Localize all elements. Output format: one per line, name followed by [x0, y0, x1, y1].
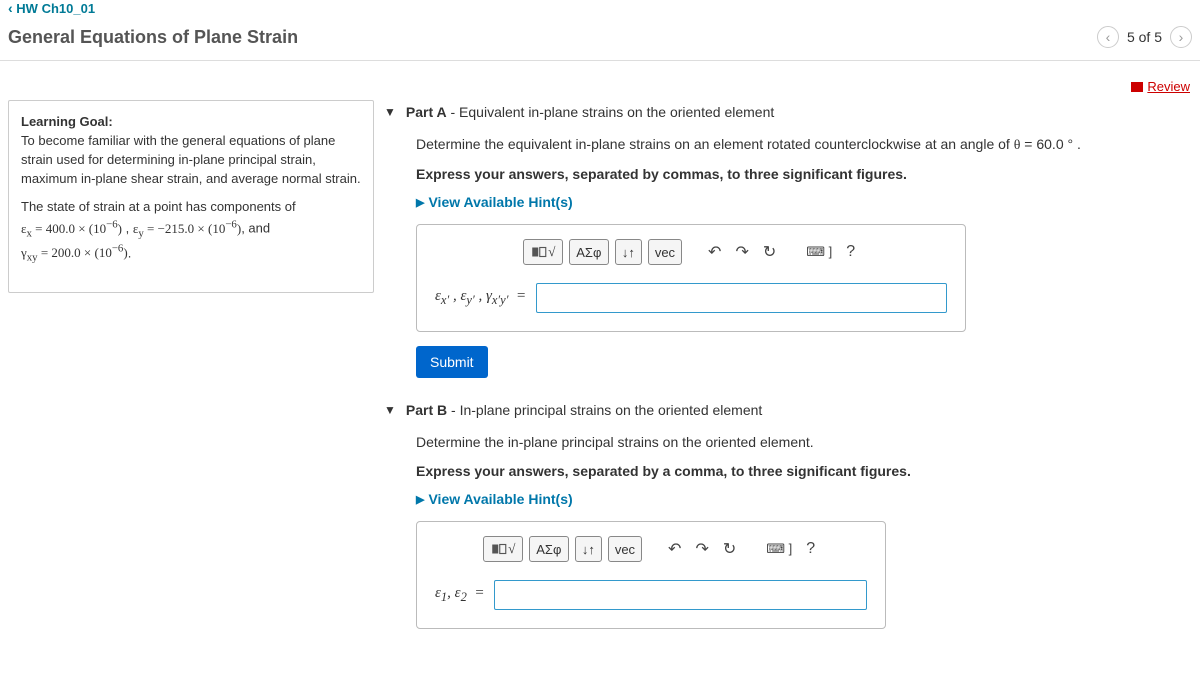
vec-button[interactable]: vec — [648, 239, 682, 265]
submit-button-a[interactable]: Submit — [416, 346, 488, 378]
collapse-icon: ▼ — [384, 403, 396, 417]
help-button[interactable]: ? — [802, 540, 819, 558]
template-button[interactable]: √ — [523, 239, 563, 265]
part-b-header[interactable]: ▼ Part B - In-plane principal strains on… — [384, 398, 1186, 432]
pager-text: 5 of 5 — [1127, 29, 1162, 45]
review-link[interactable]: Review — [1131, 79, 1190, 94]
pager: ‹ 5 of 5 › — [1097, 26, 1192, 48]
page-title: General Equations of Plane Strain — [8, 27, 298, 48]
prev-button[interactable]: ‹ — [1097, 26, 1119, 48]
learning-goal-text: To become familiar with the general equa… — [21, 133, 361, 186]
undo-button[interactable]: ↶ — [664, 539, 685, 559]
greek-button[interactable]: ΑΣφ — [569, 239, 609, 265]
hints-toggle-b[interactable]: ▶ View Available Hint(s) — [416, 491, 1186, 507]
answer-label-a: εx′ , εy′ , γx′y′ = — [435, 288, 526, 308]
state-description: The state of strain at a point has compo… — [21, 198, 361, 266]
collapse-icon: ▼ — [384, 105, 396, 119]
keyboard-button[interactable]: ⌨ ] — [802, 244, 836, 260]
part-a: ▼ Part A - Equivalent in-plane strains o… — [384, 100, 1186, 378]
subsup-button[interactable]: ↓↑ — [575, 536, 602, 562]
subsup-button[interactable]: ↓↑ — [615, 239, 642, 265]
answer-label-b: ε1, ε2 = — [435, 585, 484, 605]
vec-button[interactable]: vec — [608, 536, 642, 562]
part-a-header[interactable]: ▼ Part A - Equivalent in-plane strains o… — [384, 100, 1186, 134]
square-icon — [530, 243, 548, 261]
undo-button[interactable]: ↶ — [704, 242, 725, 262]
keyboard-button[interactable]: ⌨ ] — [762, 541, 796, 557]
part-a-instruction: Express your answers, separated by comma… — [416, 166, 1186, 182]
sidebar: Learning Goal: To become familiar with t… — [8, 100, 374, 293]
square-icon — [490, 540, 508, 558]
back-link[interactable]: ‹ HW Ch10_01 — [8, 1, 95, 16]
back-label: HW Ch10_01 — [16, 1, 95, 16]
answer-box-a: √ ΑΣφ ↓↑ vec ↶ ↷ ↻ ⌨ ] ? εx′ , — [416, 224, 966, 332]
next-button[interactable]: › — [1170, 26, 1192, 48]
help-button[interactable]: ? — [842, 243, 859, 261]
flag-icon — [1131, 82, 1143, 92]
equation-toolbar-a: √ ΑΣφ ↓↑ vec ↶ ↷ ↻ ⌨ ] ? — [435, 239, 947, 265]
part-b-instruction: Express your answers, separated by a com… — [416, 463, 1186, 479]
template-button[interactable]: √ — [483, 536, 523, 562]
part-a-description: Determine the equivalent in-plane strain… — [416, 134, 1186, 156]
learning-goal-label: Learning Goal: — [21, 114, 113, 129]
part-b-description: Determine the in-plane principal strains… — [416, 432, 1186, 453]
answer-input-b[interactable] — [494, 580, 867, 610]
redo-button[interactable]: ↷ — [691, 539, 712, 559]
triangle-right-icon: ▶ — [416, 493, 424, 506]
hints-toggle-a[interactable]: ▶ View Available Hint(s) — [416, 194, 1186, 210]
reset-button[interactable]: ↻ — [719, 539, 740, 559]
chevron-left-icon: ‹ — [8, 0, 13, 16]
equation-toolbar-b: √ ΑΣφ ↓↑ vec ↶ ↷ ↻ ⌨ ] ? — [435, 536, 867, 562]
reset-button[interactable]: ↻ — [759, 242, 780, 262]
main-content: ▼ Part A - Equivalent in-plane strains o… — [384, 100, 1192, 649]
answer-box-b: √ ΑΣφ ↓↑ vec ↶ ↷ ↻ ⌨ ] ? ε1, ε2 — [416, 521, 886, 629]
review-label: Review — [1147, 79, 1190, 94]
triangle-right-icon: ▶ — [416, 196, 424, 209]
greek-button[interactable]: ΑΣφ — [529, 536, 569, 562]
redo-button[interactable]: ↷ — [731, 242, 752, 262]
answer-input-a[interactable] — [536, 283, 947, 313]
part-b: ▼ Part B - In-plane principal strains on… — [384, 398, 1186, 629]
